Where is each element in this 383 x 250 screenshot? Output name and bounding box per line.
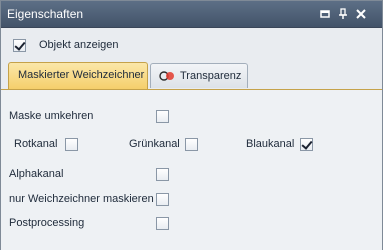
close-button[interactable] xyxy=(354,7,368,21)
alpha-channel-checkbox[interactable] xyxy=(156,168,169,181)
pin-button[interactable] xyxy=(336,7,350,21)
green-channel-checkbox[interactable] xyxy=(185,138,198,151)
red-channel-checkbox[interactable] xyxy=(65,138,78,151)
tab-content: Maske umkehren Rotkanal Grünkanal Blauka… xyxy=(1,89,382,250)
postprocessing-label: Postprocessing xyxy=(9,217,85,229)
blur-only-checkbox[interactable] xyxy=(156,193,169,206)
panel-title: Eigenschaften xyxy=(7,7,84,21)
alpha-channel-label: Alphakanal xyxy=(9,168,64,180)
show-object-checkbox[interactable] xyxy=(13,39,26,52)
tab-masked-blur[interactable]: Maskierter Weichzeichner xyxy=(8,62,148,89)
blur-only-label: nur Weichzeichner maskieren xyxy=(9,193,154,205)
transparency-icon xyxy=(159,71,174,81)
restore-button[interactable] xyxy=(318,7,332,21)
red-channel-label: Rotkanal xyxy=(14,138,58,150)
tab-transparency-label: Transparenz xyxy=(180,70,242,82)
tab-transparency[interactable]: Transparenz xyxy=(150,63,248,88)
close-icon xyxy=(356,9,366,19)
mask-invert-label: Maske umkehren xyxy=(9,110,94,122)
mask-invert-checkbox[interactable] xyxy=(156,110,169,123)
blue-channel-checkbox[interactable] xyxy=(300,138,313,151)
show-object-label: Objekt anzeigen xyxy=(39,39,119,51)
pin-icon xyxy=(339,8,347,19)
restore-icon xyxy=(320,10,330,18)
postprocessing-checkbox[interactable] xyxy=(156,217,169,230)
green-channel-label: Grünkanal xyxy=(129,138,180,150)
properties-panel: Eigenschaften Objekt anzeigen Maskierter… xyxy=(0,0,383,250)
title-bar: Eigenschaften xyxy=(1,1,382,28)
blue-channel-label: Blaukanal xyxy=(246,138,295,150)
tab-masked-blur-label: Maskierter Weichzeichner xyxy=(18,69,145,81)
